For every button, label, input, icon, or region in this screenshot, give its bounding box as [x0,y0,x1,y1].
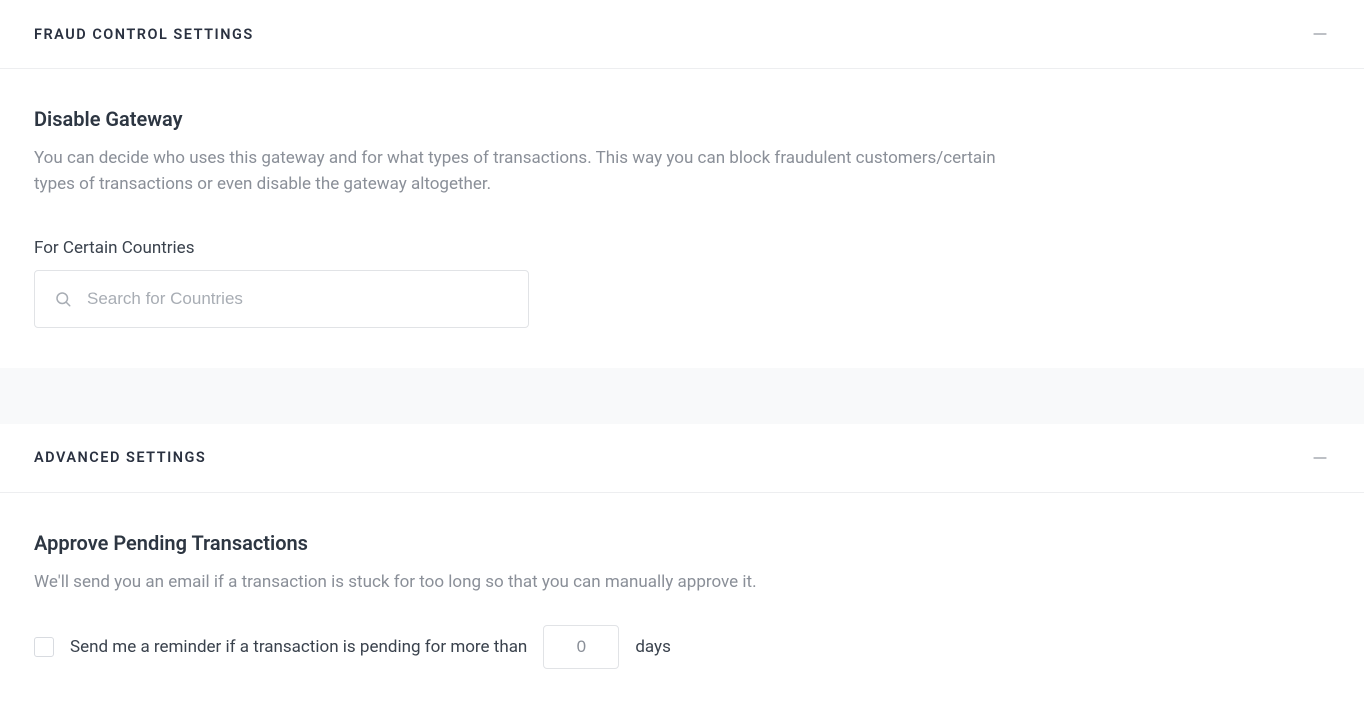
fraud-settings-header[interactable]: FRAUD CONTROL SETTINGS [0,0,1364,69]
countries-search-input[interactable] [34,270,529,328]
reminder-label-post: days [635,637,671,657]
advanced-settings-title: ADVANCED SETTINGS [34,449,206,466]
search-icon [54,290,72,308]
reminder-label-pre: Send me a reminder if a transaction is p… [70,637,527,657]
fraud-settings-title: FRAUD CONTROL SETTINGS [34,26,254,43]
reminder-checkbox[interactable] [34,637,54,657]
minus-icon [1310,448,1330,468]
advanced-settings-header[interactable]: ADVANCED SETTINGS [0,424,1364,493]
fraud-settings-body: Disable Gateway You can decide who uses … [0,69,1364,368]
minus-icon [1310,24,1330,44]
approve-pending-heading: Approve Pending Transactions [34,531,1330,555]
advanced-settings-body: Approve Pending Transactions We'll send … [0,493,1364,709]
reminder-days-input[interactable] [543,625,619,669]
disable-gateway-description: You can decide who uses this gateway and… [34,145,1034,198]
approve-pending-description: We'll send you an email if a transaction… [34,569,1034,595]
section-divider [0,368,1364,424]
countries-label: For Certain Countries [34,238,1330,258]
disable-gateway-heading: Disable Gateway [34,107,1330,131]
